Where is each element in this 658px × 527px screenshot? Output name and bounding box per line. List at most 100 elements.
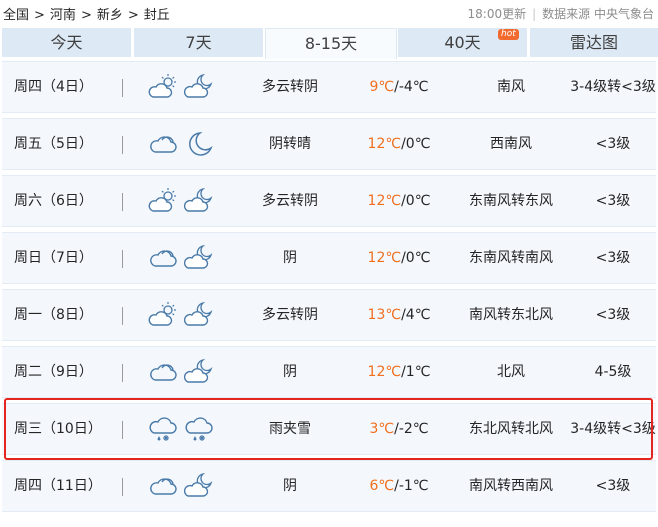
forecast-tabs: 今天 7天 8-15天 40天 hot 雷达图 bbox=[0, 28, 658, 59]
forecast-day: 周四（11日） bbox=[14, 478, 102, 494]
cloudy-night-icon bbox=[184, 358, 214, 386]
forecast-row: 周二（9日） 阴 12℃/1℃ 北风 4-5级 bbox=[2, 346, 656, 398]
high-temp: 12℃ bbox=[367, 136, 402, 152]
wind-level: <3级 bbox=[595, 136, 631, 152]
data-source: 数据来源 中央气象台 bbox=[542, 7, 654, 21]
low-temp: /1℃ bbox=[401, 364, 431, 380]
cloudy-night-icon bbox=[184, 301, 214, 329]
cloudy-icon bbox=[148, 244, 178, 272]
tab-radar[interactable]: 雷达图 bbox=[530, 28, 658, 57]
forecast-row: 周五（5日） 阴转晴 12℃/0℃ 西南风 <3级 bbox=[2, 118, 656, 170]
forecast-row: 周四（4日） 多云转阴 9℃/-4℃ 南风 3-4级转<3级 bbox=[2, 61, 656, 113]
breadcrumb-item-country[interactable]: 全国 bbox=[3, 8, 29, 23]
row-divider bbox=[122, 307, 123, 325]
wind-level: <3级 bbox=[595, 307, 631, 323]
partly-cloudy-icon bbox=[148, 187, 178, 215]
breadcrumb-item-province[interactable]: 河南 bbox=[50, 8, 76, 23]
update-time: 18:00更新 bbox=[467, 7, 527, 21]
cloudy-icon bbox=[148, 358, 178, 386]
wind-direction: 东南风转南风 bbox=[469, 250, 553, 266]
cloudy-night-icon bbox=[184, 472, 214, 500]
low-temp: /-4℃ bbox=[394, 79, 429, 95]
forecast-row: 周六（6日） 多云转阴 12℃/0℃ 东南风转东风 <3级 bbox=[2, 175, 656, 227]
temperature: 9℃/-4℃ bbox=[354, 62, 444, 112]
moon-icon bbox=[184, 130, 214, 158]
high-temp: 3℃ bbox=[369, 421, 395, 437]
row-divider bbox=[122, 79, 123, 97]
forecast-row: 周日（7日） 阴 12℃/0℃ 东南风转南风 <3级 bbox=[2, 232, 656, 284]
tab-today[interactable]: 今天 bbox=[2, 28, 131, 57]
tab-8-15-days[interactable]: 8-15天 bbox=[265, 28, 397, 59]
wind-direction: 南风转西南风 bbox=[469, 478, 553, 494]
high-temp: 12℃ bbox=[367, 250, 402, 266]
wind-level: 4-5级 bbox=[594, 364, 632, 380]
wind-level: 3-4级转<3级 bbox=[570, 421, 656, 437]
breadcrumb-separator: > bbox=[127, 8, 139, 23]
high-temp: 12℃ bbox=[367, 364, 402, 380]
wind-level: 3-4级转<3级 bbox=[570, 79, 656, 95]
weather-condition: 阴转晴 bbox=[269, 136, 311, 152]
forecast-day: 周六（6日） bbox=[14, 193, 93, 209]
low-temp: /0℃ bbox=[401, 136, 431, 152]
weather-condition: 阴 bbox=[283, 364, 297, 380]
wind-direction: 南风 bbox=[497, 79, 525, 95]
breadcrumb: 全国 > 河南 > 新乡 > 封丘 bbox=[3, 4, 170, 23]
row-divider bbox=[122, 250, 123, 268]
wind-direction: 东北风转北风 bbox=[469, 421, 553, 437]
top-bar: 全国 > 河南 > 新乡 > 封丘 18:00更新 | 数据来源 中央气象台 bbox=[0, 0, 658, 26]
low-temp: /4℃ bbox=[401, 307, 431, 323]
temperature: 12℃/0℃ bbox=[354, 119, 444, 169]
wind-direction: 西南风 bbox=[490, 136, 532, 152]
low-temp: /0℃ bbox=[401, 250, 431, 266]
wind-level: <3级 bbox=[595, 478, 631, 494]
breadcrumb-item-city[interactable]: 新乡 bbox=[97, 8, 123, 23]
temperature: 12℃/0℃ bbox=[354, 233, 444, 283]
cloudy-night-icon bbox=[184, 244, 214, 272]
tab-label: 40天 bbox=[444, 33, 481, 52]
low-temp: /0℃ bbox=[401, 193, 431, 209]
breadcrumb-item-county: 封丘 bbox=[143, 8, 170, 23]
row-divider bbox=[122, 421, 123, 439]
breadcrumb-separator: > bbox=[80, 8, 92, 23]
update-info: 18:00更新 | 数据来源 中央气象台 bbox=[468, 5, 654, 22]
forecast-day: 周五（5日） bbox=[14, 136, 93, 152]
hot-badge: hot bbox=[498, 29, 519, 40]
tab-label: 7天 bbox=[185, 33, 212, 52]
row-divider bbox=[122, 364, 123, 382]
divider: | bbox=[532, 7, 537, 21]
tab-40-days[interactable]: 40天 hot bbox=[398, 28, 527, 57]
row-divider bbox=[122, 193, 123, 211]
row-divider bbox=[122, 478, 123, 496]
forecast-row: 周一（8日） 多云转阴 13℃/4℃ 南风转东北风 <3级 bbox=[2, 289, 656, 341]
temperature: 3℃/-2℃ bbox=[354, 404, 444, 454]
weather-condition: 雨夹雪 bbox=[269, 421, 311, 437]
forecast-day: 周二（9日） bbox=[14, 364, 93, 380]
tab-label: 今天 bbox=[50, 33, 83, 52]
high-temp: 9℃ bbox=[369, 79, 395, 95]
wind-level: <3级 bbox=[595, 250, 631, 266]
forecast-day: 周三（10日） bbox=[14, 421, 102, 437]
low-temp: /-1℃ bbox=[394, 478, 429, 494]
temperature: 6℃/-1℃ bbox=[354, 461, 444, 511]
cloudy-night-icon bbox=[184, 187, 214, 215]
row-divider bbox=[122, 136, 123, 154]
high-temp: 6℃ bbox=[369, 478, 395, 494]
partly-cloudy-icon bbox=[148, 73, 178, 101]
tab-label: 雷达图 bbox=[569, 33, 618, 52]
weather-condition: 阴 bbox=[283, 478, 297, 494]
forecast-day: 周日（7日） bbox=[14, 250, 93, 266]
low-temp: /-2℃ bbox=[394, 421, 429, 437]
weather-condition: 多云转阴 bbox=[262, 79, 318, 95]
tab-label: 8-15天 bbox=[304, 34, 358, 53]
forecast-row: 周四（11日） 阴 6℃/-1℃ 南风转西南风 <3级 bbox=[2, 460, 656, 512]
high-temp: 13℃ bbox=[367, 307, 402, 323]
wind-direction: 南风转东北风 bbox=[469, 307, 553, 323]
cloudy-icon bbox=[148, 130, 178, 158]
forecast-day: 周四（4日） bbox=[14, 79, 93, 95]
temperature: 13℃/4℃ bbox=[354, 290, 444, 340]
weather-condition: 阴 bbox=[283, 250, 297, 266]
forecast-row: 周三（10日） 雨夹雪 3℃/-2℃ 东北风转北风 3-4级转<3级 bbox=[2, 403, 656, 455]
cloudy-icon bbox=[148, 472, 178, 500]
partly-cloudy-icon bbox=[148, 301, 178, 329]
tab-7-days[interactable]: 7天 bbox=[134, 28, 263, 57]
